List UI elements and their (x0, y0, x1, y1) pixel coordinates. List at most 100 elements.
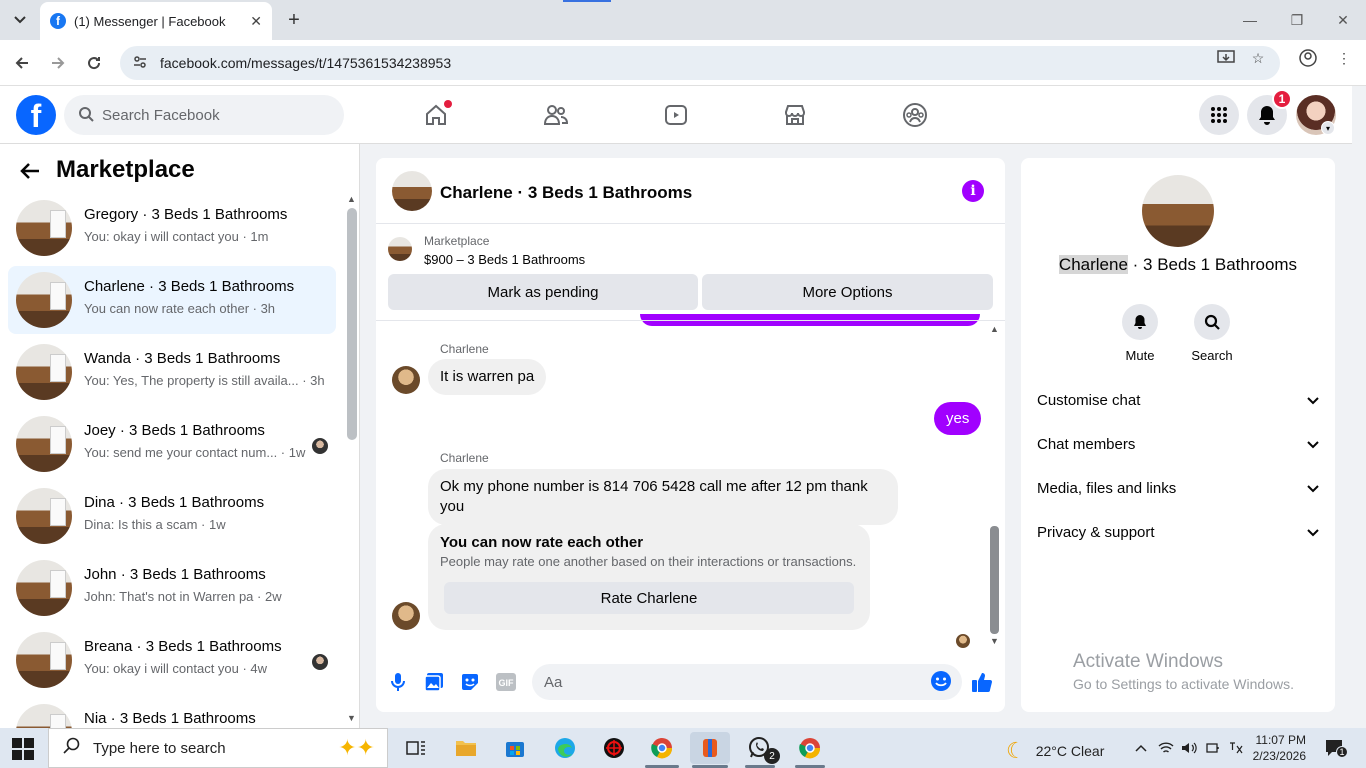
active-app-icon[interactable] (690, 732, 730, 764)
sticker-icon[interactable] (458, 670, 482, 694)
restore-icon[interactable]: ❐ (1287, 10, 1307, 30)
section-label: Customise chat (1037, 391, 1141, 409)
input-language-icon[interactable] (1227, 740, 1245, 756)
conversation-breana[interactable]: Breana · 3 Beds 1 Bathrooms You: okay i … (8, 626, 336, 694)
media-files-links-row[interactable]: Media, files and links (1021, 468, 1335, 508)
weather-widget[interactable]: ☾ 22°C Clear (1006, 738, 1104, 764)
back-icon[interactable] (10, 51, 34, 75)
activate-windows-subtitle: Go to Settings to activate Windows. (1073, 676, 1294, 692)
details-listing-thumbnail[interactable] (1142, 175, 1214, 247)
windows-taskbar: Type here to search ✦✦ 2 ☾ 22°C Clear 11… (0, 728, 1366, 768)
conversation-charlene[interactable]: Charlene · 3 Beds 1 Bathrooms You can no… (8, 266, 336, 334)
photo-icon[interactable] (422, 670, 446, 694)
chat-scroll-up-icon[interactable]: ▲ (990, 324, 999, 334)
chat-members-row[interactable]: Chat members (1021, 424, 1335, 464)
facebook-favicon-icon: f (50, 13, 66, 29)
weather-text: 22°C Clear (1035, 743, 1105, 759)
taskbar-search-input[interactable]: Type here to search ✦✦ (48, 728, 388, 768)
seen-avatar (312, 654, 328, 670)
message-input[interactable]: Aa (532, 664, 962, 700)
microsoft-store-icon[interactable] (495, 732, 535, 764)
scroll-up-icon[interactable]: ▲ (347, 194, 356, 204)
action-center-icon[interactable]: 1 (1324, 738, 1348, 758)
video-icon[interactable] (661, 100, 691, 130)
tab-search-icon[interactable] (8, 8, 32, 32)
chat-scrollbar[interactable] (990, 526, 999, 634)
more-options-button[interactable]: More Options (702, 274, 993, 310)
menu-grid-icon[interactable] (1199, 95, 1239, 135)
browser-tab[interactable]: f (1) Messenger | Facebook ✕ (40, 2, 272, 40)
incoming-message[interactable]: Ok my phone number is 814 706 5428 call … (428, 469, 898, 525)
edge-icon[interactable] (545, 732, 585, 764)
scroll-down-icon[interactable]: ▼ (347, 713, 356, 723)
thumbs-up-icon[interactable] (970, 670, 994, 694)
rate-title: You can now rate each other (440, 534, 644, 551)
gaming-app-icon[interactable] (594, 732, 634, 764)
gif-icon[interactable]: GIF (494, 670, 518, 694)
file-explorer-icon[interactable] (446, 732, 486, 764)
mute-button[interactable]: Mute (1110, 304, 1170, 363)
volume-icon[interactable] (1180, 740, 1198, 756)
close-window-icon[interactable]: ✕ (1333, 10, 1353, 30)
conversation-nia[interactable]: Nia · 3 Beds 1 Bathrooms (8, 698, 336, 728)
section-label: Media, files and links (1037, 479, 1177, 497)
reload-icon[interactable] (82, 51, 106, 75)
groups-icon[interactable] (900, 100, 930, 130)
chat-title[interactable]: Charlene · 3 Beds 1 Bathrooms (440, 183, 692, 203)
chat-panel: Charlene · 3 Beds 1 Bathrooms i Marketpl… (376, 158, 1005, 712)
browser-menu-icon[interactable]: ⋮ (1332, 46, 1356, 70)
conversation-john[interactable]: John · 3 Beds 1 Bathrooms John: That's n… (8, 554, 336, 622)
tab-close-icon[interactable]: ✕ (250, 13, 262, 30)
tray-chevron-icon[interactable] (1132, 740, 1150, 756)
marketplace-icon[interactable] (780, 100, 810, 130)
url-field[interactable]: facebook.com/messages/t/1475361534238953 (120, 46, 1280, 80)
browser-tabstrip: f (1) Messenger | Facebook ✕ + — ❐ ✕ (0, 0, 1366, 40)
rate-charlene-button[interactable]: Rate Charlene (444, 582, 854, 614)
back-arrow-icon[interactable] (20, 160, 40, 186)
forward-icon[interactable] (46, 51, 70, 75)
search-in-chat-button[interactable]: Search (1182, 304, 1242, 363)
mark-as-pending-button[interactable]: Mark as pending (388, 274, 698, 310)
facebook-logo[interactable]: f (16, 95, 56, 135)
profile-icon[interactable] (1296, 46, 1320, 70)
conversation-gregory[interactable]: Gregory · 3 Beds 1 Bathrooms You: okay i… (8, 194, 336, 262)
microphone-icon[interactable] (386, 670, 410, 694)
message-sender: Charlene (440, 451, 489, 465)
details-title: Charlene · 3 Beds 1 Bathrooms (1021, 255, 1335, 275)
conversation-joey[interactable]: Joey · 3 Beds 1 Bathrooms You: send me y… (8, 410, 336, 478)
search-highlight-sparkle-icon[interactable]: ✦✦ (338, 735, 375, 761)
site-info-icon[interactable] (132, 54, 148, 73)
conversation-preview: You: Yes, The property is still availa..… (84, 373, 325, 388)
bookmark-star-icon[interactable]: ☆ (1246, 46, 1270, 70)
task-view-icon[interactable] (396, 732, 436, 764)
search-icon (78, 106, 94, 125)
info-icon[interactable]: i (962, 180, 984, 202)
conversation-dina[interactable]: Dina · 3 Beds 1 Bathrooms Dina: Is this … (8, 482, 336, 550)
page-scrollbar[interactable] (1352, 86, 1366, 728)
sidebar-scrollbar[interactable] (347, 208, 357, 440)
friends-icon[interactable] (541, 100, 571, 130)
privacy-support-row[interactable]: Privacy & support (1021, 512, 1335, 552)
taskbar-clock[interactable]: 11:07 PM 2/23/2026 (1248, 732, 1306, 764)
chrome-profile-icon[interactable] (642, 732, 682, 764)
conversation-wanda[interactable]: Wanda · 3 Beds 1 Bathrooms You: Yes, The… (8, 338, 336, 406)
account-chevron-icon[interactable]: ▾ (1321, 121, 1335, 135)
charlene-avatar[interactable] (392, 366, 420, 394)
charlene-avatar[interactable] (392, 602, 420, 630)
new-tab-icon[interactable]: + (282, 8, 306, 32)
windows-start-icon[interactable] (12, 738, 34, 760)
listing-price[interactable]: $900 – 3 Beds 1 Bathrooms (424, 252, 585, 267)
install-app-icon[interactable] (1214, 46, 1238, 70)
outgoing-message[interactable]: yes (934, 402, 982, 435)
facebook-search-input[interactable]: Search Facebook (64, 95, 344, 135)
network-icon[interactable] (1157, 740, 1175, 756)
emoji-icon[interactable] (930, 670, 954, 694)
incoming-message[interactable]: It is warren pa (428, 359, 547, 395)
customise-chat-row[interactable]: Customise chat (1021, 380, 1335, 420)
whatsapp-icon[interactable]: 2 (740, 732, 780, 764)
minimize-icon[interactable]: — (1240, 10, 1260, 30)
battery-icon[interactable] (1204, 740, 1222, 756)
chat-listing-thumbnail[interactable] (392, 171, 432, 211)
chrome-icon[interactable] (790, 732, 830, 764)
chat-scroll-down-icon[interactable]: ▼ (990, 636, 999, 646)
